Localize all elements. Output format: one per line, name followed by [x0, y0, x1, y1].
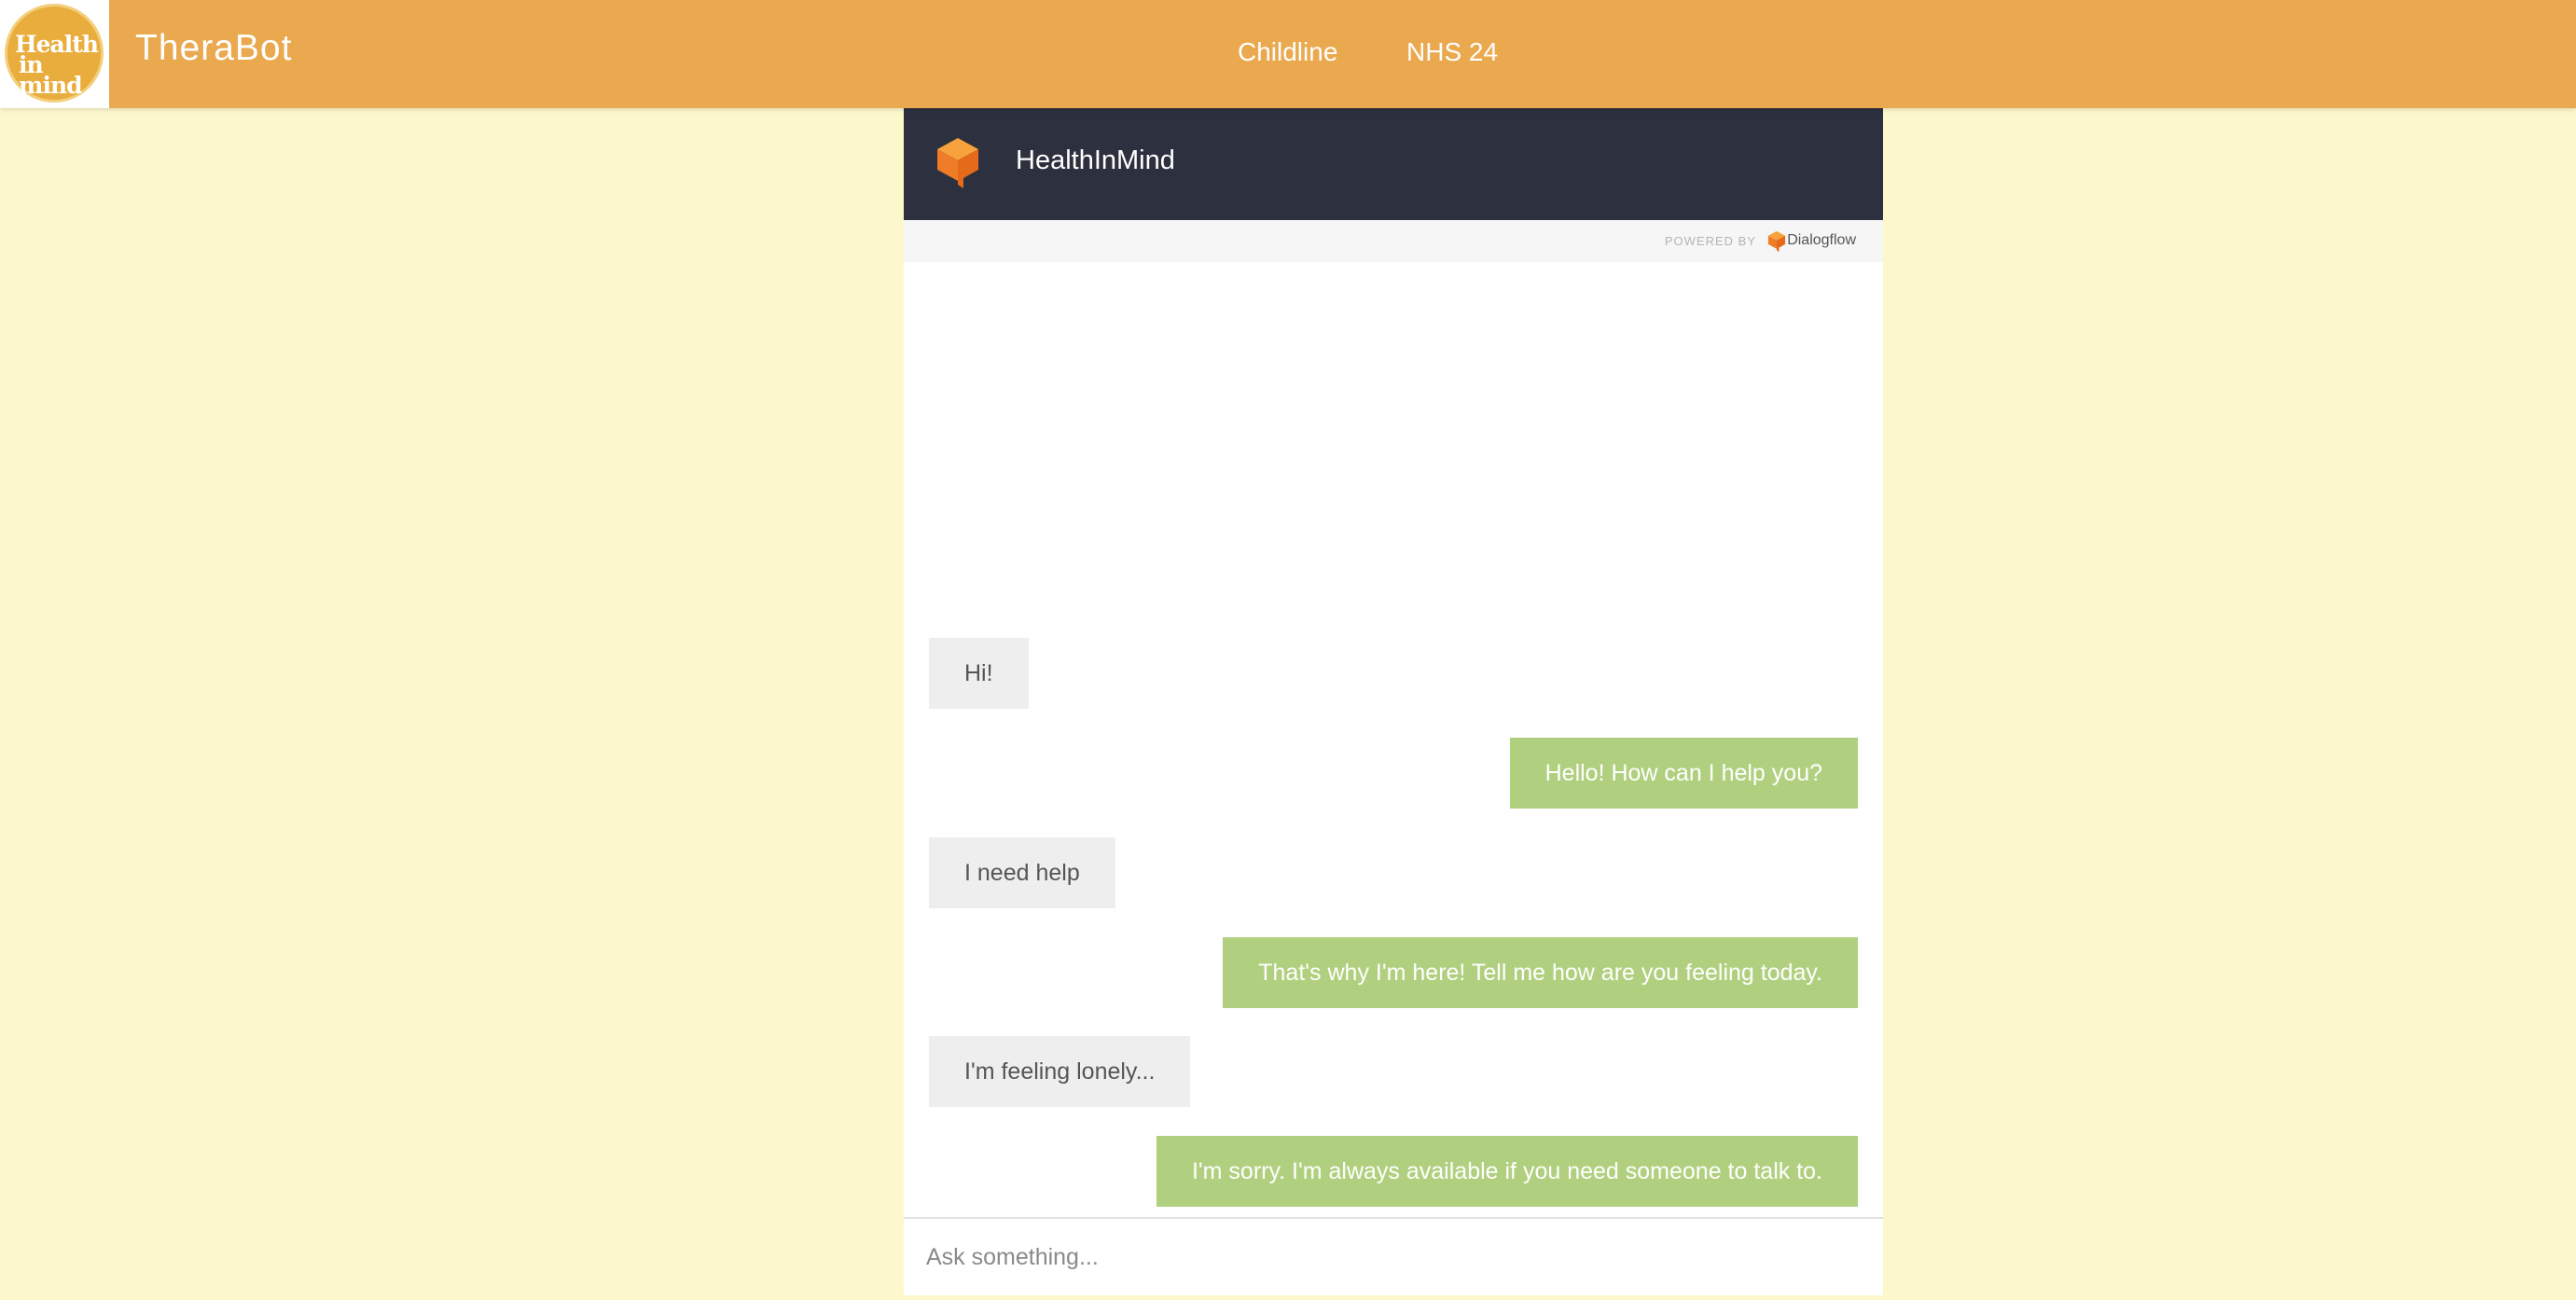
- user-message: I need help: [929, 837, 1115, 908]
- logo-text-line2: in mind: [19, 51, 83, 99]
- user-message: Hi!: [929, 638, 1029, 709]
- chat-input-area: [904, 1217, 1883, 1295]
- powered-by-bar: POWERED BY Dialogflow: [904, 220, 1883, 262]
- user-message: I'm feeling lonely...: [929, 1036, 1191, 1107]
- bot-message: That's why I'm here! Tell me how are you…: [1223, 937, 1858, 1008]
- dialogflow-brand[interactable]: Dialogflow: [1787, 232, 1856, 249]
- nav-link-nhs-24[interactable]: NHS 24: [1406, 37, 1498, 67]
- top-navbar: Health in mind TheraBot Childline NHS 24: [0, 0, 2576, 108]
- agent-name: HealthInMind: [1016, 145, 1175, 175]
- chat-input[interactable]: [926, 1230, 1849, 1284]
- dialogflow-cube-icon: [937, 138, 978, 188]
- logo-circle: Health in mind: [5, 4, 104, 103]
- bot-message: I'm sorry. I'm always available if you n…: [1156, 1136, 1858, 1207]
- chat-header: HealthInMind: [904, 108, 1883, 220]
- brand-title[interactable]: TheraBot: [135, 28, 292, 69]
- logo[interactable]: Health in mind: [0, 0, 109, 108]
- logo-text: Health in mind: [15, 33, 99, 99]
- nav-link-childline[interactable]: Childline: [1238, 37, 1337, 67]
- bot-message: Hello! How can I help you?: [1509, 738, 1858, 809]
- powered-by-label: POWERED BY: [1664, 234, 1756, 248]
- chat-widget: HealthInMind POWERED BY Dialogflow Hi! H…: [904, 108, 1883, 1295]
- dialogflow-logo-icon: [1767, 230, 1786, 253]
